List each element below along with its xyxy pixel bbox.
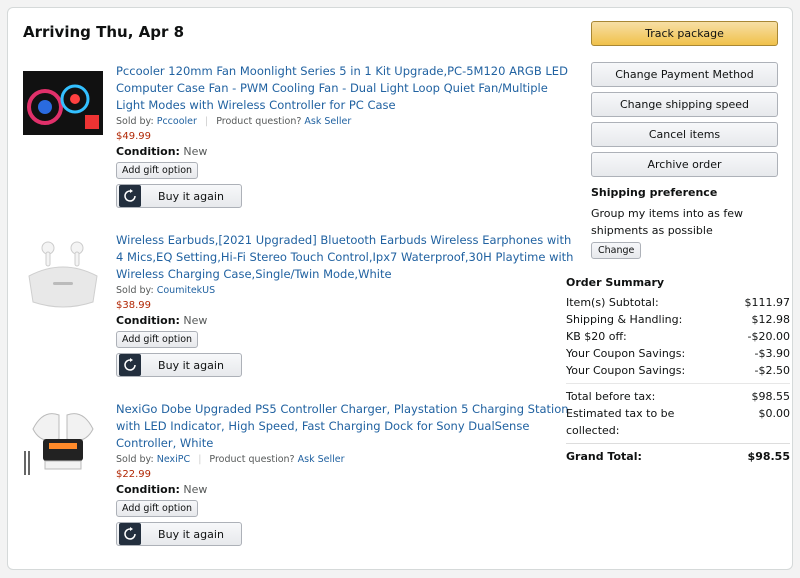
buy-it-again-label: Buy it again [158, 189, 224, 203]
order-summary: Order Summary Item(s) Subtotal: $111.97 S… [566, 276, 790, 465]
change-payment-button[interactable]: Change Payment Method [591, 62, 778, 87]
product-title-link[interactable]: Pccooler 120mm Fan Moonlight Series 5 in… [116, 63, 576, 114]
change-shipping-preference-button[interactable]: Change [591, 242, 642, 259]
grand-total-value: $98.55 [747, 450, 790, 463]
condition: Condition: New [116, 483, 576, 496]
add-gift-option-button[interactable]: Add gift option [116, 500, 199, 517]
divider: | [198, 454, 202, 465]
summary-value: -$20.00 [747, 330, 790, 343]
buy-it-again-button[interactable]: Buy it again [116, 522, 242, 546]
product-title-link[interactable]: NexiGo Dobe Upgraded PS5 Controller Char… [116, 401, 576, 452]
question-label: Product question? [216, 116, 302, 127]
buy-again-icon [119, 185, 141, 207]
item-price: $22.99 [116, 469, 151, 480]
seller-line: Sold by: NexiPC | Product question? Ask … [116, 454, 576, 465]
summary-label: Shipping & Handling: [566, 313, 683, 326]
summary-label: Your Coupon Savings: [566, 347, 686, 360]
total-before-tax-label: Total before tax: [566, 390, 656, 403]
buy-again-icon [119, 354, 141, 376]
condition: Condition: New [116, 145, 576, 158]
condition-value: New [183, 145, 208, 158]
product-image-fan-kit[interactable] [23, 63, 103, 143]
summary-row: Item(s) Subtotal: $111.97 [566, 294, 790, 311]
buy-it-again-label: Buy it again [158, 527, 224, 541]
product-image-controller-charger[interactable] [23, 401, 103, 481]
add-gift-option-button[interactable]: Add gift option [116, 162, 199, 179]
arrival-heading: Arriving Thu, Apr 8 [23, 23, 185, 41]
order-summary-title: Order Summary [566, 276, 665, 289]
sold-by-label: Sold by: [116, 285, 154, 296]
grand-total-row: Grand Total: $98.55 [566, 443, 790, 465]
grand-total-label: Grand Total: [566, 450, 642, 463]
seller-link[interactable]: CoumitekUS [157, 285, 215, 296]
seller-link[interactable]: Pccooler [157, 116, 197, 127]
condition-label: Condition: [116, 145, 180, 158]
archive-order-button[interactable]: Archive order [591, 152, 778, 177]
divider: | [204, 116, 209, 127]
condition-value: New [183, 314, 208, 327]
condition: Condition: New [116, 314, 576, 327]
condition-label: Condition: [116, 314, 180, 327]
product-image-earbuds[interactable] [23, 232, 103, 312]
summary-value: -$2.50 [754, 364, 790, 377]
total-before-tax-row: Total before tax: $98.55 [566, 383, 790, 405]
summary-label: Item(s) Subtotal: [566, 296, 659, 309]
summary-row: Your Coupon Savings: -$3.90 [566, 345, 790, 362]
tax-label: Estimated tax to be collected: [566, 407, 675, 437]
buy-it-again-button[interactable]: Buy it again [116, 353, 242, 377]
summary-label: KB $20 off: [566, 330, 627, 343]
summary-row: Shipping & Handling: $12.98 [566, 311, 790, 328]
summary-row: Your Coupon Savings: -$2.50 [566, 362, 790, 379]
summary-value: -$3.90 [754, 347, 790, 360]
ask-seller-link[interactable]: Ask Seller [298, 454, 345, 465]
summary-label: Your Coupon Savings: [566, 364, 686, 377]
tax-value: $0.00 [758, 407, 791, 420]
item-price: $38.99 [116, 300, 151, 311]
add-gift-option-button[interactable]: Add gift option [116, 331, 199, 348]
shipping-preference-title: Shipping preference [591, 186, 718, 199]
sold-by-label: Sold by: [116, 116, 154, 127]
item-price: $49.99 [116, 131, 151, 142]
condition-value: New [183, 483, 208, 496]
buy-it-again-label: Buy it again [158, 358, 224, 372]
shipping-preference-text: Group my items into as few shipments as … [591, 207, 743, 237]
buy-it-again-button[interactable]: Buy it again [116, 184, 242, 208]
tax-row: Estimated tax to be collected: $0.00 [566, 405, 790, 439]
sold-by-label: Sold by: [116, 454, 154, 465]
buy-again-icon [119, 523, 141, 545]
summary-value: $12.98 [751, 313, 791, 326]
seller-line: Sold by: Pccooler | Product question? As… [116, 116, 576, 127]
seller-line: Sold by: CoumitekUS [116, 285, 576, 296]
condition-label: Condition: [116, 483, 180, 496]
shipping-preference: Shipping preference Group my items into … [591, 186, 781, 259]
summary-row: KB $20 off: -$20.00 [566, 328, 790, 345]
ask-seller-link[interactable]: Ask Seller [304, 116, 351, 127]
seller-link[interactable]: NexiPC [157, 454, 190, 465]
change-shipping-speed-button[interactable]: Change shipping speed [591, 92, 778, 117]
summary-value: $111.97 [744, 296, 791, 309]
track-package-button[interactable]: Track package [591, 21, 778, 46]
order-card: Arriving Thu, Apr 8 Pccooler 120mm Fan M… [7, 7, 793, 570]
question-label: Product question? [209, 454, 295, 465]
total-before-tax-value: $98.55 [751, 390, 791, 403]
product-title-link[interactable]: Wireless Earbuds,[2021 Upgraded] Bluetoo… [116, 232, 576, 283]
cancel-items-button[interactable]: Cancel items [591, 122, 778, 147]
